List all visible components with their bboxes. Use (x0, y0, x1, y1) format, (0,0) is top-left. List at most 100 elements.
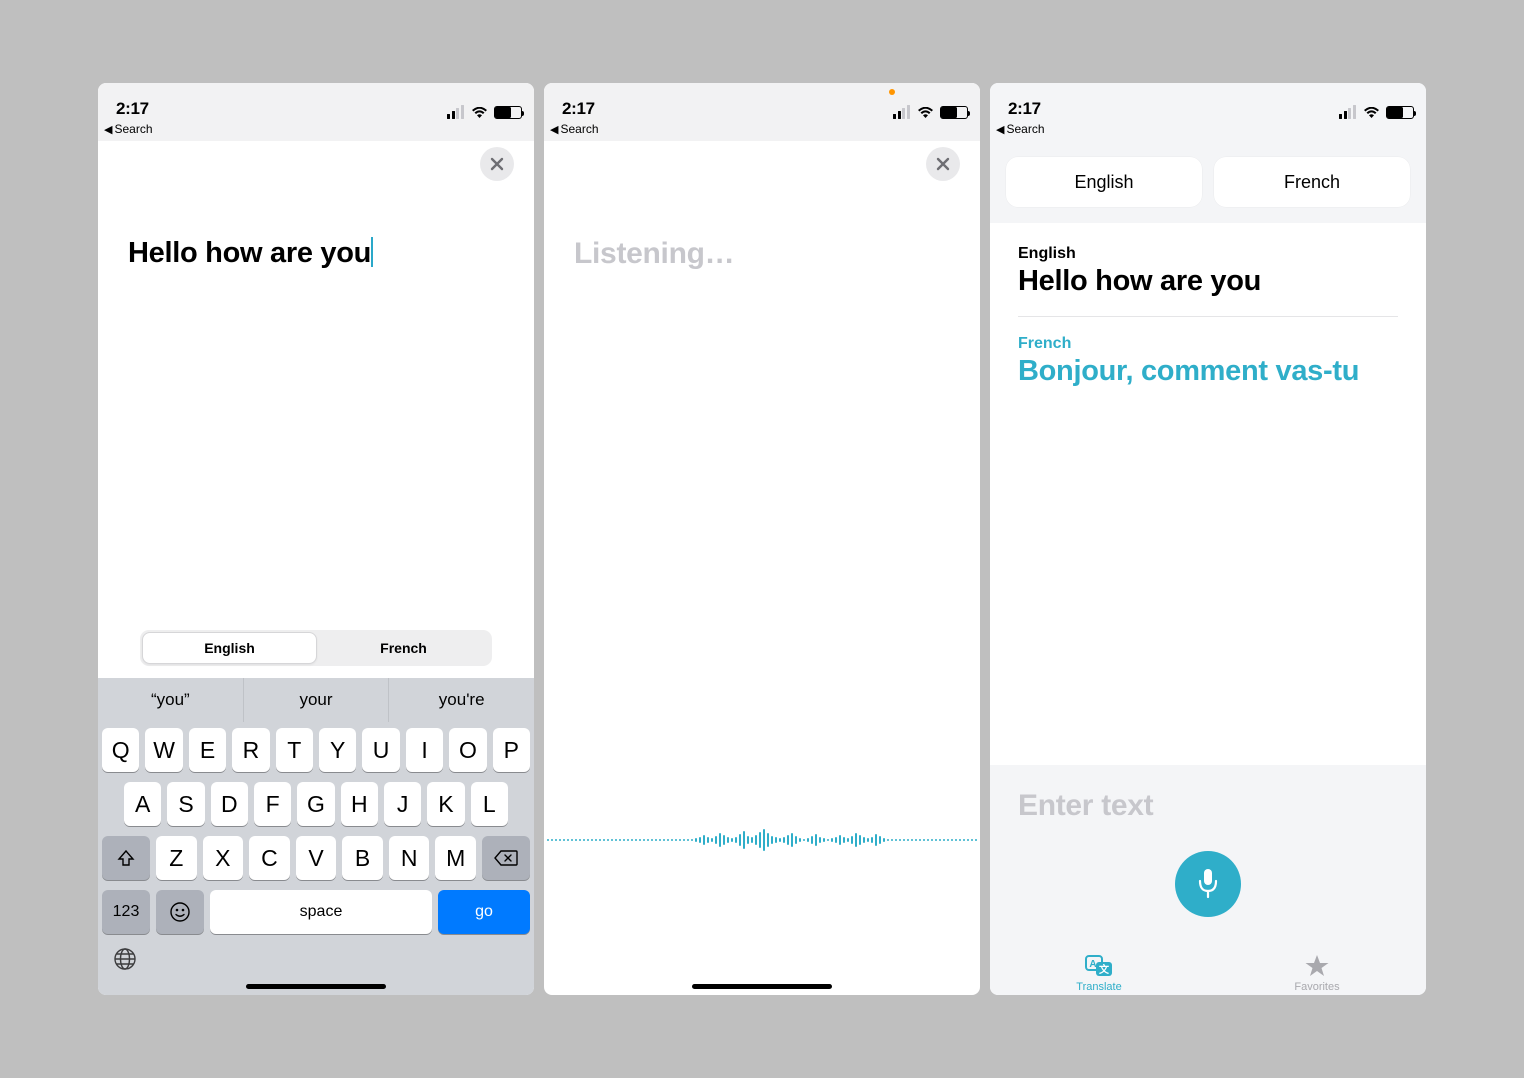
key-p[interactable]: P (493, 728, 530, 772)
status-bar: 2:17 (98, 83, 534, 121)
screen-text-input: 2:17 ◀ Search Hello how are you English … (98, 83, 534, 995)
key-m[interactable]: M (435, 836, 476, 880)
battery-icon (1386, 106, 1414, 119)
audio-waveform (544, 820, 980, 860)
key-backspace[interactable] (482, 836, 530, 880)
key-z[interactable]: Z (156, 836, 197, 880)
language-selector-row: English French (990, 141, 1426, 223)
back-to-search[interactable]: ◀ Search (98, 121, 534, 141)
key-r[interactable]: R (232, 728, 269, 772)
cellular-icon (447, 107, 465, 119)
home-indicator[interactable] (246, 984, 386, 989)
status-bar: 2:17 (990, 83, 1426, 121)
keyboard-row-1: Q W E R T Y U I O P (102, 728, 530, 772)
tab-bar: A文 Translate Favorites (990, 945, 1426, 995)
suggestion-3[interactable]: you're (389, 678, 534, 722)
key-e[interactable]: E (189, 728, 226, 772)
recording-indicator-icon (889, 89, 895, 95)
status-indicators (447, 106, 522, 119)
key-d[interactable]: D (211, 782, 248, 826)
tab-translate-label: Translate (1076, 981, 1121, 993)
keyboard: “you” your you're Q W E R T Y U I O P (98, 678, 534, 995)
back-chevron-icon: ◀ (996, 123, 1004, 136)
keyboard-row-2: A S D F G H J K L (102, 782, 530, 826)
key-globe[interactable] (110, 944, 140, 974)
enter-text-placeholder[interactable]: Enter text (1018, 789, 1398, 823)
key-w[interactable]: W (145, 728, 182, 772)
screen-listening: 2:17 ◀ Search Listening… (544, 83, 980, 995)
key-u[interactable]: U (362, 728, 399, 772)
keyboard-suggestions: “you” your you're (98, 678, 534, 722)
key-shift[interactable] (102, 836, 150, 880)
key-g[interactable]: G (297, 782, 334, 826)
key-i[interactable]: I (406, 728, 443, 772)
svg-text:A: A (1089, 959, 1096, 970)
target-text: Bonjour, comment vas-tu (1018, 355, 1398, 388)
microphone-button[interactable] (1175, 851, 1241, 917)
keyboard-row-3: Z X C V B N M (102, 836, 530, 880)
result-divider (1018, 316, 1398, 317)
target-language-pill[interactable]: French (1214, 157, 1410, 207)
key-space[interactable]: space (210, 890, 432, 934)
wifi-icon (917, 107, 934, 119)
listening-area: Listening… (544, 141, 980, 271)
listening-label: Listening… (574, 237, 950, 271)
key-s[interactable]: S (167, 782, 204, 826)
keyboard-row-4: 123 space go (102, 890, 530, 934)
key-o[interactable]: O (449, 728, 486, 772)
source-language-label: English (1018, 245, 1398, 263)
tab-favorites[interactable]: Favorites (1208, 953, 1426, 993)
key-x[interactable]: X (203, 836, 244, 880)
key-v[interactable]: V (296, 836, 337, 880)
text-input-area[interactable]: Hello how are you (98, 141, 534, 270)
back-chevron-icon: ◀ (104, 123, 112, 136)
back-chevron-icon: ◀ (550, 123, 558, 136)
key-f[interactable]: F (254, 782, 291, 826)
key-emoji[interactable] (156, 890, 204, 934)
key-h[interactable]: H (341, 782, 378, 826)
key-y[interactable]: Y (319, 728, 356, 772)
segment-source-language[interactable]: English (142, 632, 317, 664)
back-label: Search (114, 122, 152, 136)
key-j[interactable]: J (384, 782, 421, 826)
suggestion-1[interactable]: “you” (98, 678, 244, 722)
language-segmented-control: English French (140, 630, 492, 666)
status-time: 2:17 (562, 99, 595, 119)
source-language-pill[interactable]: English (1006, 157, 1202, 207)
input-section: Enter text (990, 765, 1426, 945)
key-n[interactable]: N (389, 836, 430, 880)
translate-icon: A文 (1084, 953, 1114, 979)
source-text: Hello how are you (1018, 265, 1398, 298)
home-indicator[interactable] (692, 984, 832, 989)
key-a[interactable]: A (124, 782, 161, 826)
svg-text:文: 文 (1099, 963, 1110, 976)
tab-translate[interactable]: A文 Translate (990, 953, 1208, 993)
close-button[interactable] (926, 147, 960, 181)
key-k[interactable]: K (427, 782, 464, 826)
segment-target-language[interactable]: French (317, 632, 490, 664)
typed-text: Hello how are you (128, 237, 371, 269)
key-b[interactable]: B (342, 836, 383, 880)
key-q[interactable]: Q (102, 728, 139, 772)
cellular-icon (1339, 107, 1357, 119)
cellular-icon (893, 107, 911, 119)
back-to-search[interactable]: ◀ Search (990, 121, 1426, 141)
battery-icon (940, 106, 968, 119)
key-123[interactable]: 123 (102, 890, 150, 934)
key-l[interactable]: L (471, 782, 508, 826)
text-cursor (371, 237, 373, 267)
wifi-icon (471, 107, 488, 119)
key-c[interactable]: C (249, 836, 290, 880)
back-label: Search (560, 122, 598, 136)
battery-icon (494, 106, 522, 119)
back-to-search[interactable]: ◀ Search (544, 121, 980, 141)
key-go[interactable]: go (438, 890, 530, 934)
back-label: Search (1006, 122, 1044, 136)
tab-favorites-label: Favorites (1294, 981, 1339, 993)
suggestion-2[interactable]: your (244, 678, 390, 722)
star-icon (1304, 953, 1330, 979)
wifi-icon (1363, 107, 1380, 119)
key-t[interactable]: T (276, 728, 313, 772)
close-button[interactable] (480, 147, 514, 181)
status-indicators (1339, 106, 1414, 119)
